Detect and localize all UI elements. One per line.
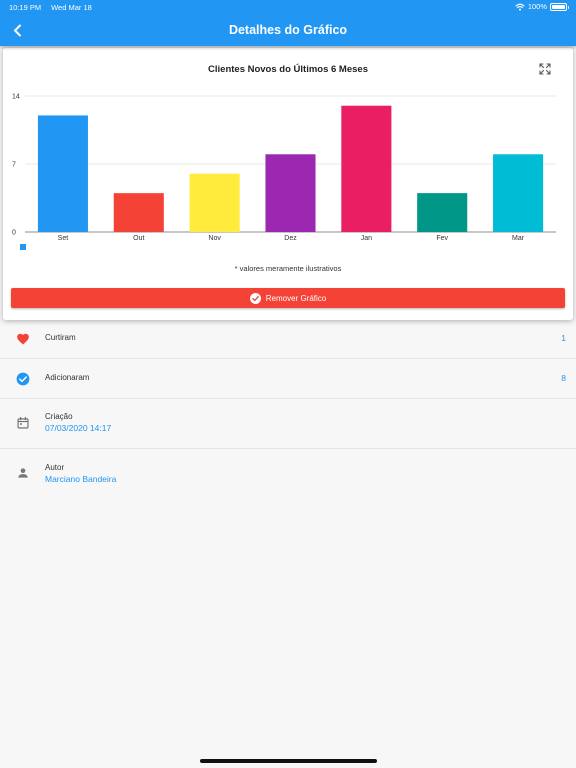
added-count: 8 xyxy=(561,373,566,383)
wifi-icon xyxy=(515,3,525,11)
likes-row[interactable]: Curtiram 1 xyxy=(0,320,576,359)
remove-chart-button[interactable]: Remover Gráfico xyxy=(11,288,565,308)
y-tick-label: 14 xyxy=(12,94,20,101)
home-indicator xyxy=(200,759,377,763)
bar xyxy=(417,193,468,232)
expand-button[interactable] xyxy=(538,62,552,76)
remove-chart-label: Remover Gráfico xyxy=(265,293,327,303)
bar xyxy=(341,105,392,232)
check-circle-icon xyxy=(16,372,30,386)
status-bar: 10:19 PM Wed Mar 18 100% xyxy=(0,0,576,14)
likes-count: 1 xyxy=(561,333,566,343)
x-tick-label: Set xyxy=(58,235,69,242)
created-row: Criação 07/03/2020 14:17 xyxy=(0,399,576,449)
bar xyxy=(189,173,240,232)
bar xyxy=(265,154,316,232)
x-tick-label: Mar xyxy=(512,235,525,242)
chart-note: * valores meramente ilustrativos xyxy=(234,264,342,273)
author-label: Autor xyxy=(45,463,65,472)
chart-card: 0 7 14 Set Out Nov Dez Jan Fev Mar Clientes Novos… xyxy=(3,48,573,320)
likes-label: Curtiram xyxy=(45,333,76,342)
bar-chart: 0 7 14 Set Out Nov Dez Jan Fev Mar xyxy=(12,94,556,242)
author-name[interactable]: Marciano Bandeira xyxy=(45,474,116,484)
status-date: Wed Mar 18 xyxy=(51,3,92,12)
added-label: Adicionaram xyxy=(45,373,90,382)
person-icon xyxy=(18,468,28,478)
bar xyxy=(113,193,164,232)
heart-icon xyxy=(17,333,29,345)
calendar-icon xyxy=(17,416,29,429)
fullscreen-icon xyxy=(539,63,551,75)
status-time: 10:19 PM xyxy=(9,3,42,12)
y-tick-label: 7 xyxy=(12,162,16,169)
battery-percent: 100% xyxy=(527,2,547,11)
x-tick-label: Out xyxy=(133,235,144,242)
page-title: Detalhes do Gráfico xyxy=(228,23,348,37)
author-row[interactable]: Autor Marciano Bandeira xyxy=(0,449,576,498)
created-date: 07/03/2020 14:17 xyxy=(45,423,112,433)
app-bar: Detalhes do Gráfico xyxy=(0,14,576,46)
info-list: Curtiram 1 Adicionaram 8 Criação 07/03/2… xyxy=(0,320,576,498)
status-left: 10:19 PM Wed Mar 18 xyxy=(9,3,92,12)
added-row[interactable]: Adicionaram 8 xyxy=(0,359,576,399)
chart-title: Clientes Novos do Últimos 6 Meses xyxy=(208,64,368,75)
status-right: 100% xyxy=(515,2,569,11)
x-tick-label: Fev xyxy=(436,235,448,242)
y-tick-label: 0 xyxy=(12,230,16,237)
created-label: Criação xyxy=(45,412,73,421)
x-tick-label: Nov xyxy=(208,235,221,242)
x-tick-label: Dez xyxy=(284,235,297,242)
bar xyxy=(37,115,88,232)
x-tick-label: Jan xyxy=(361,235,372,242)
battery-icon xyxy=(550,2,569,11)
check-circle-icon xyxy=(249,292,261,304)
bar xyxy=(493,154,544,232)
legend-marker xyxy=(20,244,26,250)
